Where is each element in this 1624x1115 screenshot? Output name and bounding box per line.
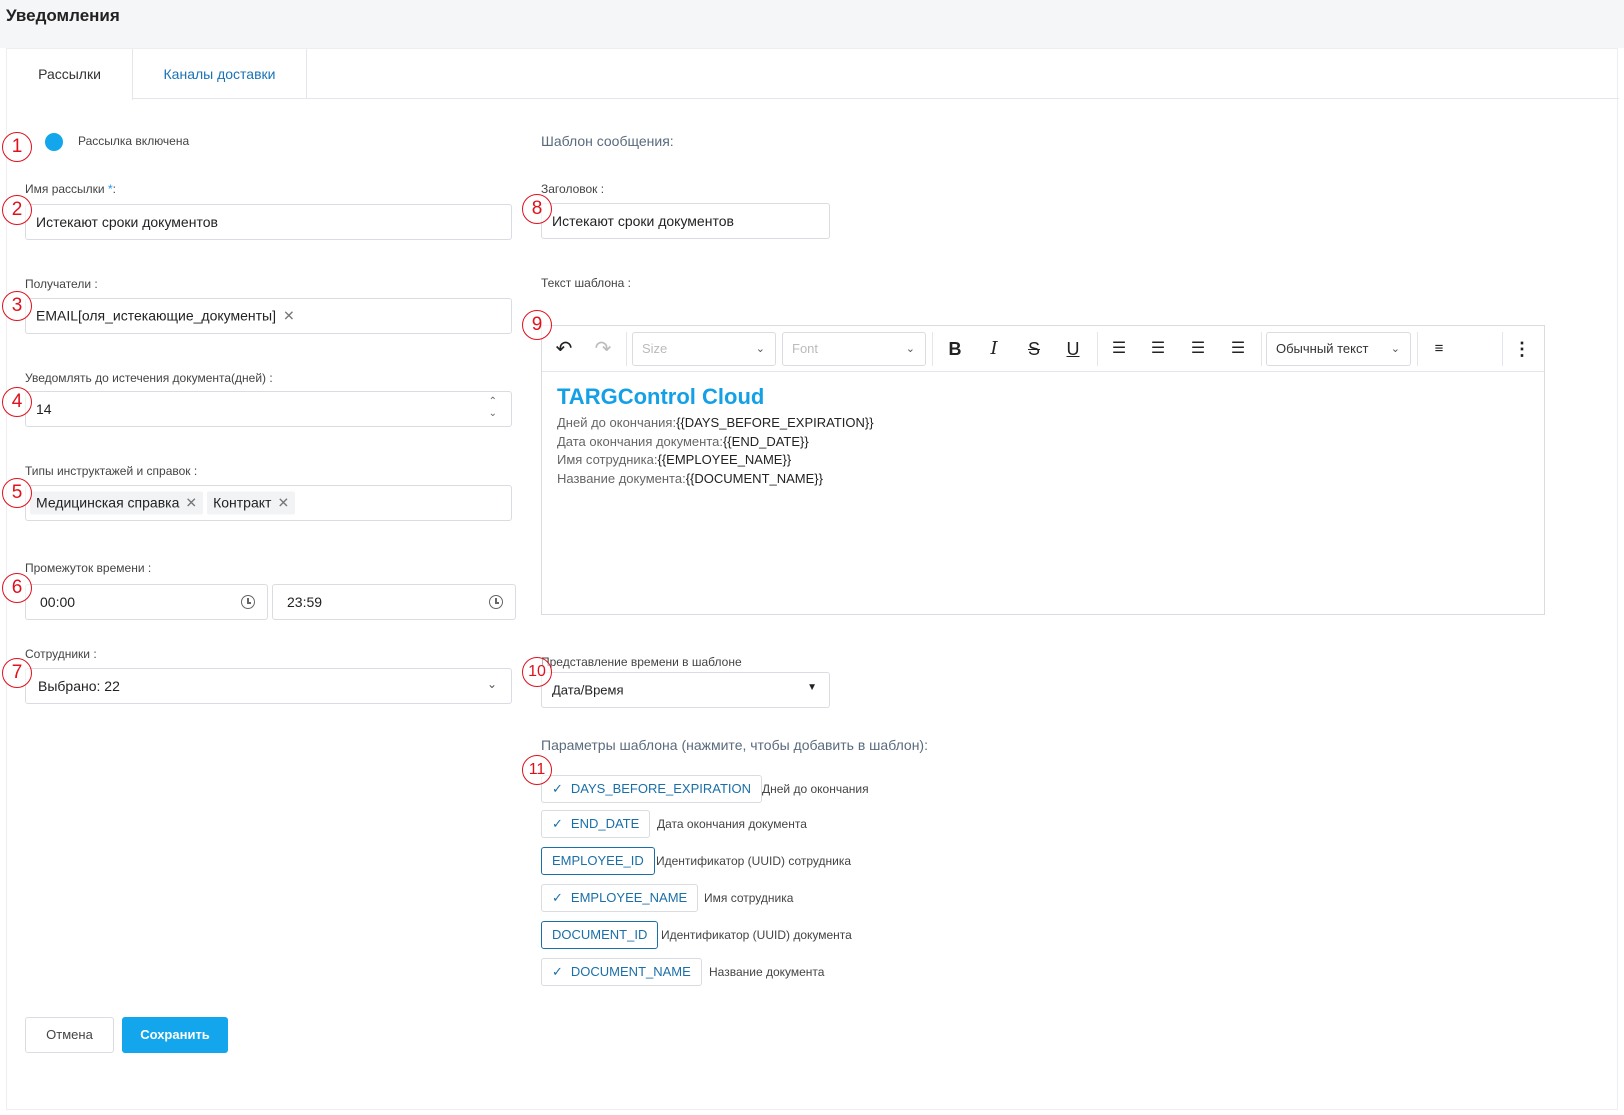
annotation-marker: 11 [522,755,552,785]
tab-delivery-channels[interactable]: Каналы доставки [133,49,307,99]
types-input[interactable]: Медицинская справка ✕ Контракт ✕ [25,485,512,521]
cancel-button[interactable]: Отмена [25,1017,114,1053]
remove-chip-icon[interactable]: ✕ [277,495,289,511]
days-before-label: Уведомлять до истечения документа(дней) … [25,371,273,385]
template-editor[interactable]: ↶ ↷ Size ⌄ Font ⌄ B I S U ☰ ☰ ☰ ☰ Обычный … [541,325,1545,615]
enabled-toggle[interactable] [45,133,63,151]
tab-mailings[interactable]: Рассылки [7,49,133,100]
header-label: Заголовок : [541,182,605,196]
stepper-arrows-icon[interactable]: ⌃ ⌄ [489,396,497,420]
strikethrough-icon[interactable]: S [1020,336,1048,362]
enabled-label: Рассылка включена [78,134,190,148]
chevron-down-icon: ⌄ [486,677,497,691]
annotation-marker: 3 [2,291,32,321]
employees-label: Сотрудники : [25,647,97,661]
annotation-marker: 6 [2,573,32,603]
time-format-select[interactable]: Дата/Время ▼ [541,672,830,708]
annotation-marker: 5 [2,478,32,508]
recipients-label: Получатели : [25,277,98,291]
employees-select[interactable]: Выбрано: 22 ⌄ [25,668,512,704]
annotation-marker: 4 [2,387,32,417]
check-icon: ✓ [552,964,563,979]
annotation-marker: 2 [2,195,32,225]
notification-card: Рассылки Каналы доставки Рассылка включе… [2,48,1619,1110]
chevron-down-icon: ⌄ [905,343,915,355]
chevron-down-icon: ⌄ [755,343,765,355]
font-family-select[interactable]: Font ⌄ [782,332,926,366]
editor-line: Название документа:{{DOCUMENT_NAME}} [557,470,823,486]
time-range-label: Промежуток времени : [25,561,152,575]
name-input[interactable]: Истекают сроки документов [25,204,512,240]
annotation-marker: 9 [522,310,552,340]
param-end-date-button[interactable]: ✓ END_DATE [541,810,651,838]
param-document-name-button[interactable]: ✓ DOCUMENT_NAME [541,958,702,986]
template-section-title: Шаблон сообщения: [541,133,674,149]
undo-icon[interactable]: ↶ [550,336,578,362]
bold-icon[interactable]: B [941,336,969,362]
align-right-icon[interactable]: ☰ [1184,336,1212,362]
time-from-input[interactable]: 00:00 [25,584,268,620]
chevron-down-icon: ⌄ [1390,343,1400,355]
clock-icon[interactable] [241,595,255,609]
paragraph-style-select[interactable]: Обычный текст ⌄ [1266,332,1411,366]
time-format-label: Представление времени в шаблоне [541,655,742,669]
font-size-select[interactable]: Size ⌄ [632,332,776,366]
editor-line: Имя сотрудника:{{EMPLOYEE_NAME}} [557,452,792,467]
align-left-icon[interactable]: ☰ [1105,336,1133,362]
tab-bar: Рассылки Каналы доставки [7,49,1619,100]
name-label: Имя рассылки *: [25,182,116,196]
annotation-marker: 8 [522,194,552,224]
page-title: Уведомления [6,6,120,25]
annotation-marker: 10 [522,657,552,687]
type-chip: Медицинская справка ✕ [30,491,204,515]
param-employee-id-button[interactable]: EMPLOYEE_ID [541,847,655,875]
editor-content[interactable]: TARGControl Cloud Дней до окончания:{{DA… [557,384,1527,488]
days-before-stepper[interactable]: 14 ⌃ ⌄ [25,391,512,427]
underline-icon[interactable]: U [1059,336,1087,362]
remove-chip-icon[interactable]: ✕ [185,495,197,511]
time-to-input[interactable]: 23:59 [272,584,516,620]
clock-icon[interactable] [489,595,503,609]
type-chip: Контракт ✕ [207,491,296,515]
page-header: Уведомления [0,0,1624,48]
params-title: Параметры шаблона (нажмите, чтобы добави… [541,737,928,753]
check-icon: ✓ [552,781,563,796]
align-center-icon[interactable]: ☰ [1144,336,1172,362]
header-input[interactable]: Истекают сроки документов [541,203,830,239]
check-icon: ✓ [552,890,563,905]
types-label: Типы инструктажей и справок : [25,464,198,478]
editor-line: Дней до окончания:{{DAYS_BEFORE_EXPIRATI… [557,415,874,430]
remove-chip-icon[interactable]: ✕ [283,308,295,324]
editor-line: Дата окончания документа:{{END_DATE}} [557,433,809,449]
template-text-label: Текст шаблона : [541,276,631,290]
align-justify-icon[interactable]: ☰ [1224,336,1252,362]
param-employee-name-button[interactable]: ✓ EMPLOYEE_NAME [541,884,699,912]
param-document-id-button[interactable]: DOCUMENT_ID [541,921,659,949]
annotation-marker: 7 [2,658,32,688]
recipients-input[interactable]: EMAIL[оля_истекающие_документы] ✕ [25,298,512,334]
italic-icon[interactable]: I [980,336,1008,362]
editor-heading: TARGControl Cloud [557,384,765,409]
ordered-list-icon[interactable]: ≡ [1425,336,1453,362]
annotation-marker: 1 [2,132,32,162]
check-icon: ✓ [552,816,563,831]
more-options-icon[interactable]: ⋮ [1508,336,1536,362]
caret-down-icon: ▼ [807,682,817,693]
redo-icon[interactable]: ↷ [589,336,617,362]
recipient-chip: EMAIL[оля_истекающие_документы] ✕ [36,307,295,324]
editor-toolbar: ↶ ↷ Size ⌄ Font ⌄ B I S U ☰ ☰ ☰ ☰ Обычный … [542,326,1544,372]
param-days-before-expiration-button[interactable]: ✓ DAYS_BEFORE_EXPIRATION [541,775,763,803]
save-button[interactable]: Сохранить [122,1017,228,1053]
